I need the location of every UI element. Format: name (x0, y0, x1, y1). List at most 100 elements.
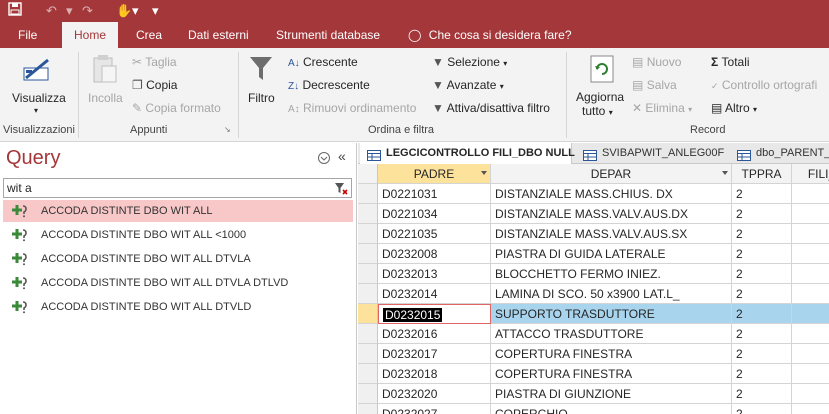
nuovo-button[interactable]: ▤ Nuovo (632, 55, 681, 69)
table-cell[interactable]: D0221034 (378, 204, 491, 224)
table-cell[interactable]: 2 (732, 224, 792, 244)
clear-search-filter-icon[interactable] (334, 181, 348, 198)
table-cell[interactable]: COPERTURA FINESTRA (491, 344, 732, 364)
table-cell[interactable] (792, 404, 829, 414)
record-selector[interactable] (358, 324, 378, 344)
table-cell[interactable] (792, 324, 829, 344)
table-cell[interactable]: SUPPORTO TRASDUTTORE (491, 304, 732, 324)
table-cell[interactable]: 2 (732, 344, 792, 364)
column-header[interactable]: FILI_ (792, 164, 829, 184)
salva-button[interactable]: ▤ Salva (632, 78, 677, 92)
table-cell[interactable] (792, 204, 829, 224)
table-cell[interactable]: PIASTRA DI GUIDA LATERALE (491, 244, 732, 264)
record-selector[interactable] (358, 264, 378, 284)
doc-tab-legcicontrollo[interactable]: LEGCICONTROLLO FILI_DBO NULL (360, 143, 575, 164)
table-cell[interactable]: D0232014 (378, 284, 491, 304)
nav-search-input[interactable] (4, 179, 324, 197)
record-selector[interactable] (358, 344, 378, 364)
undo-icon[interactable]: ↶ (46, 2, 57, 20)
table-cell[interactable] (792, 304, 829, 324)
save-icon[interactable] (8, 2, 22, 20)
undo-dropdown-icon[interactable]: ▾ (66, 2, 73, 20)
nav-menu-chevron-icon[interactable] (318, 152, 330, 167)
table-cell[interactable]: D0232016 (378, 324, 491, 344)
table-cell[interactable]: D0232018 (378, 364, 491, 384)
column-dropdown-icon[interactable] (481, 171, 487, 175)
copia-formato-button[interactable]: ✎ Copia formato (132, 101, 221, 115)
table-cell[interactable]: D0232017 (378, 344, 491, 364)
tab-strumenti-database[interactable]: Strumenti database (276, 22, 380, 48)
tab-home[interactable]: Home (62, 22, 119, 48)
record-selector[interactable] (358, 204, 378, 224)
table-cell[interactable]: D0232020 (378, 384, 491, 404)
tab-crea[interactable]: Crea (136, 22, 162, 48)
table-cell[interactable]: 2 (732, 384, 792, 404)
selezione-button[interactable]: ▼ Selezione ▾ (432, 55, 507, 69)
elimina-button[interactable]: ✕ Elimina ▾ (632, 101, 692, 115)
nav-query-item[interactable]: ACCODA DISTINTE DBO WIT ALL DTVLD (3, 296, 353, 318)
table-cell[interactable]: D0232013 (378, 264, 491, 284)
tell-me-box[interactable]: ◯ Che cosa si desidera fare? (408, 22, 572, 48)
table-cell[interactable]: 2 (732, 304, 792, 324)
table-cell[interactable]: COPERTURA FINESTRA (491, 364, 732, 384)
visualizza-button[interactable]: Visualizza (12, 91, 66, 105)
copia-button[interactable]: ❐ Copia (132, 78, 177, 92)
record-selector[interactable] (358, 244, 378, 264)
rimuovi-ordinamento-button[interactable]: A↕ Rimuovi ordinamento (288, 101, 416, 115)
table-cell[interactable]: PIASTRA DI GIUNZIONE (491, 384, 732, 404)
table-cell[interactable]: COPERCHIO (491, 404, 732, 414)
tab-file[interactable]: File (18, 22, 37, 48)
controllo-ortografia-button[interactable]: ✓ Controllo ortografi (711, 78, 817, 92)
view-icon[interactable] (22, 54, 54, 87)
table-cell[interactable] (792, 264, 829, 284)
nav-pane-title[interactable]: Query (6, 147, 60, 170)
column-dropdown-icon[interactable] (722, 171, 728, 175)
incolla-button[interactable]: Incolla (88, 91, 123, 105)
nav-query-item[interactable]: ACCODA DISTINTE DBO WIT ALL DTVLA DTLVD (3, 272, 353, 294)
table-cell[interactable]: 2 (732, 184, 792, 204)
table-cell[interactable]: DISTANZIALE MASS.CHIUS. DX (491, 184, 732, 204)
taglia-button[interactable]: ✂ Taglia (132, 55, 177, 69)
filter-funnel-icon[interactable] (248, 54, 274, 87)
nav-query-item[interactable]: ACCODA DISTINTE DBO WIT ALL <1000 (3, 224, 353, 246)
table-cell[interactable]: 2 (732, 324, 792, 344)
nav-query-item[interactable]: ACCODA DISTINTE DBO WIT ALL (3, 200, 353, 222)
table-cell[interactable]: D0232015 (378, 304, 491, 324)
tab-dati-esterni[interactable]: Dati esterni (188, 22, 249, 48)
table-cell[interactable]: DISTANZIALE MASS.VALV.AUS.SX (491, 224, 732, 244)
table-cell[interactable]: 2 (732, 264, 792, 284)
table-cell[interactable] (792, 384, 829, 404)
column-header[interactable]: DEPAR (491, 164, 732, 184)
table-cell[interactable]: LAMINA DI SCO. 50 x3900 LAT.L_ (491, 284, 732, 304)
record-selector[interactable] (358, 224, 378, 244)
touch-dropdown-icon[interactable]: ▾ (132, 2, 139, 20)
filtro-button[interactable]: Filtro (248, 91, 275, 105)
record-selector[interactable] (358, 404, 378, 414)
column-header[interactable]: TPPRA (732, 164, 792, 184)
table-cell[interactable]: 2 (732, 364, 792, 384)
customize-qat-icon[interactable]: ▾ (152, 2, 159, 20)
select-all-corner[interactable] (358, 164, 378, 184)
table-cell[interactable]: D0232008 (378, 244, 491, 264)
aggiorna-tutto-button[interactable]: Aggiorna tutto ▾ (576, 90, 624, 118)
decrescente-button[interactable]: Z↓ Decrescente (288, 78, 370, 92)
record-selector[interactable] (358, 184, 378, 204)
table-cell[interactable]: 2 (732, 244, 792, 264)
visualizza-dropdown-icon[interactable]: ▾ (34, 106, 38, 115)
table-cell[interactable]: D0221031 (378, 184, 491, 204)
refresh-all-icon[interactable] (589, 54, 615, 87)
doc-tab-dbo-parent[interactable]: dbo_PARENT_ (730, 143, 829, 164)
avanzate-button[interactable]: ▼ Avanzate ▾ (432, 78, 504, 92)
column-header[interactable]: PADRE (378, 164, 491, 184)
dialog-launcher-icon[interactable]: ↘ (224, 125, 231, 134)
table-cell[interactable]: ATTACCO TRASDUTTORE (491, 324, 732, 344)
collapse-pane-icon[interactable]: « (338, 148, 346, 164)
table-cell[interactable] (792, 244, 829, 264)
table-cell[interactable] (792, 224, 829, 244)
table-cell[interactable]: BLOCCHETTO FERMO INIEZ. (491, 264, 732, 284)
redo-icon[interactable]: ↷ (82, 2, 93, 20)
table-cell[interactable]: DISTANZIALE MASS.VALV.AUS.DX (491, 204, 732, 224)
crescente-button[interactable]: A↓ Crescente (288, 55, 358, 69)
record-selector[interactable] (358, 364, 378, 384)
table-cell[interactable] (792, 344, 829, 364)
